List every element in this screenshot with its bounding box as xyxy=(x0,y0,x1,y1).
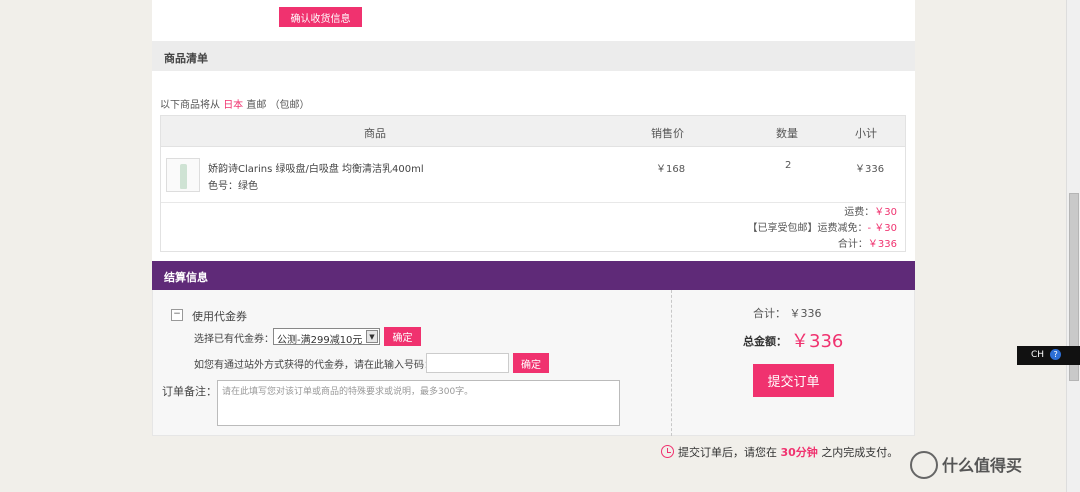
shipping-label: 运费： xyxy=(844,207,875,218)
help-icon[interactable]: ? xyxy=(1050,349,1062,360)
product-thumbnail[interactable] xyxy=(166,158,200,192)
coupon-select-label: 选择已有代金券： xyxy=(194,334,274,345)
page-scrollbar[interactable] xyxy=(1066,0,1080,492)
items-table: 商品 销售价 数量 小计 娇韵诗Clarins 绿吸盘/白吸盘 均衡清洁乳400… xyxy=(160,115,906,252)
ship-method: 直邮 xyxy=(246,100,267,111)
col-product: 商品 xyxy=(364,127,386,140)
coupon-toggle[interactable]: − xyxy=(171,309,183,321)
product-qty: 2 xyxy=(785,160,792,171)
watermark-text: 什么值得买 xyxy=(942,456,1023,475)
watermark-logo-icon xyxy=(910,451,938,479)
coupon-code-label: 如您有通过站外方式获得的代金券，请在此输入号码： xyxy=(194,360,434,371)
product-price: ￥168 xyxy=(656,164,686,175)
settlement-title: 结算信息 xyxy=(152,261,915,290)
remark-label: 订单备注： xyxy=(162,385,217,398)
total-amount-label: 总金额： xyxy=(743,335,787,348)
coupon-confirm-button[interactable]: 确定 xyxy=(384,327,421,346)
col-qty: 数量 xyxy=(776,127,798,140)
coupon-select[interactable]: 公测-满299减10元 ▼ xyxy=(273,328,380,346)
product-name-link[interactable]: 娇韵诗Clarins 绿吸盘/白吸盘 均衡清洁乳400ml xyxy=(208,160,424,175)
sum-value: ￥336 xyxy=(867,239,897,250)
col-subtotal: 小计 xyxy=(855,127,877,140)
ship-note: （包邮） xyxy=(269,100,310,111)
clock-icon xyxy=(661,445,674,458)
chevron-down-icon[interactable]: ▼ xyxy=(366,330,378,343)
submit-order-button[interactable]: 提交订单 xyxy=(753,364,834,397)
items-section-title: 商品清单 xyxy=(152,41,915,71)
settlement-panel: − 使用代金券 选择已有代金券： 公测-满299减10元 ▼ 确定 如您有通过站… xyxy=(152,290,915,436)
ship-prefix: 以下商品将从 xyxy=(160,100,220,111)
sum-label: 合计： xyxy=(837,239,868,250)
coupon-select-value: 公测-满299减10元 xyxy=(277,335,363,346)
notice-time: 30分钟 xyxy=(780,446,818,459)
notice-before: 提交订单后，请您在 xyxy=(678,446,777,459)
notice-after: 之内完成支付。 xyxy=(821,446,899,459)
shipping-value: ￥30 xyxy=(874,207,897,218)
settlement-divider xyxy=(671,290,672,436)
ime-indicator[interactable]: CH? xyxy=(1017,346,1080,365)
total-amount-value: ￥336 xyxy=(791,331,844,352)
ship-country: 日本 xyxy=(223,100,244,111)
settlement-subtotal: 合计： ￥336 xyxy=(753,307,822,320)
coupon-code-confirm-button[interactable]: 确定 xyxy=(513,353,549,373)
table-row: 娇韵诗Clarins 绿吸盘/白吸盘 均衡清洁乳400ml 色号：绿色 ￥168… xyxy=(161,147,905,203)
col-price: 销售价 xyxy=(651,127,684,140)
table-header: 商品 销售价 数量 小计 xyxy=(161,116,905,147)
ime-label: CH xyxy=(1031,350,1045,360)
coupon-code-input[interactable] xyxy=(426,353,509,373)
ship-from-line: 以下商品将从 日本 直邮 （包邮） xyxy=(160,96,310,111)
confirm-address-button[interactable]: 确认收货信息 xyxy=(279,7,362,27)
checkout-panel: 确认收货信息 商品清单 以下商品将从 日本 直邮 （包邮） 商品 销售价 数量 … xyxy=(152,0,915,436)
free-shipping-label: 【已享受包邮】运费减免： xyxy=(747,223,868,234)
product-color: 色号：绿色 xyxy=(208,181,258,192)
product-subtotal: ￥336 xyxy=(855,164,885,175)
free-shipping-value: - ￥30 xyxy=(867,223,897,234)
watermark: 什么值得买 xyxy=(910,451,1022,479)
order-totals: 运费：￥30 【已享受包邮】运费减免：- ￥30 合计：￥336 xyxy=(747,205,897,253)
coupon-label: 使用代金券 xyxy=(192,310,247,323)
payment-notice: 提交订单后，请您在 30分钟 之内完成支付。 xyxy=(661,444,898,460)
remark-textarea[interactable]: 请在此填写您对该订单或商品的特殊要求或说明，最多300字。 xyxy=(217,380,620,426)
